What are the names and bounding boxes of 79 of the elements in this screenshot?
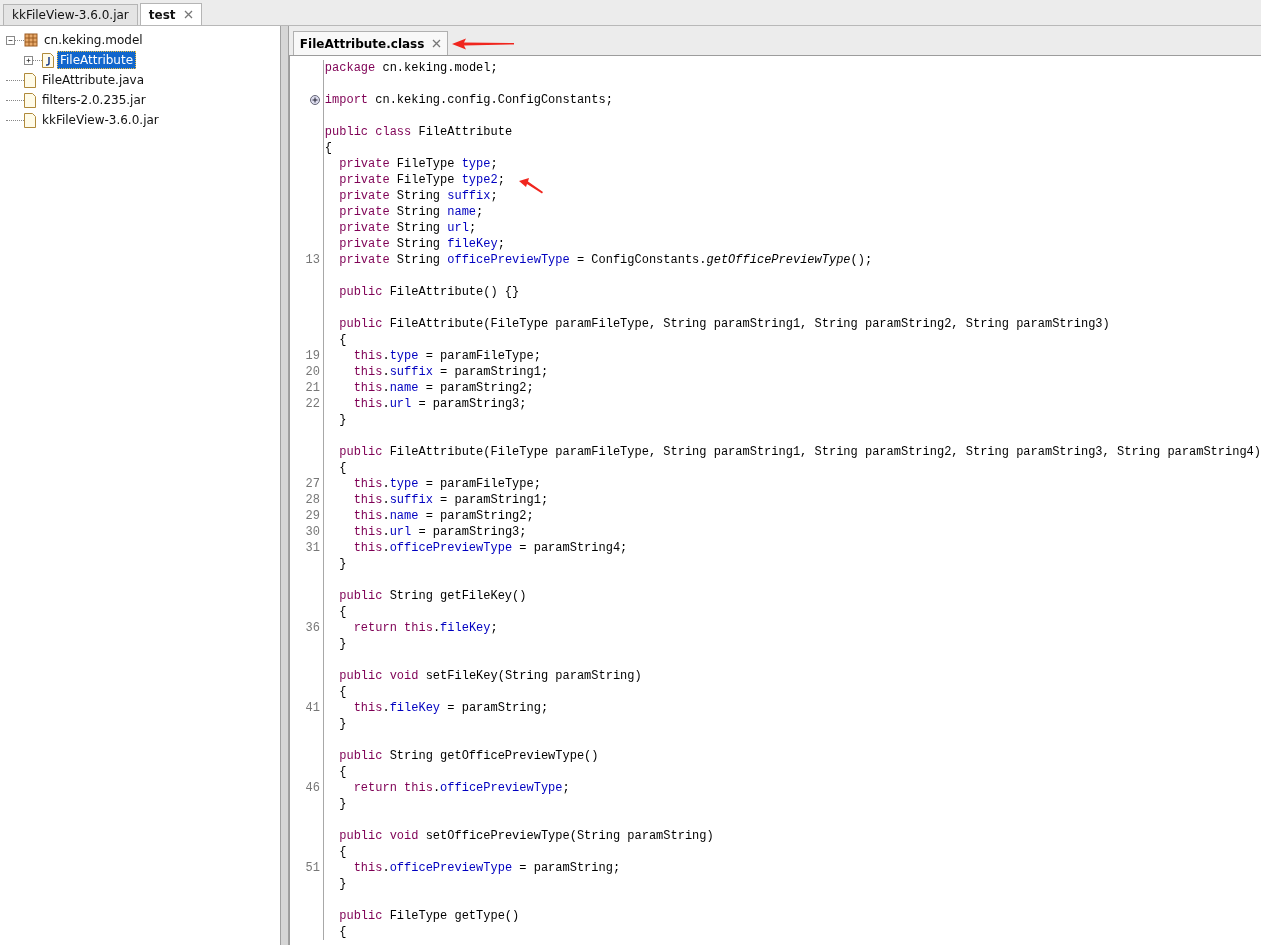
code-line: this.name = paramString2; <box>352 380 534 396</box>
close-icon[interactable] <box>432 39 442 48</box>
code-line: } <box>338 556 347 572</box>
line-number: 31 <box>305 541 320 555</box>
tree-item[interactable]: FileAttribute <box>57 51 137 69</box>
line-number: 30 <box>305 525 320 539</box>
code-line: this.url = paramString3; <box>352 396 527 412</box>
code-line: return this.officePreviewType; <box>352 780 570 796</box>
code-line: { <box>338 924 347 940</box>
tab[interactable]: FileAttribute.class <box>292 31 449 55</box>
tab[interactable]: test <box>139 3 202 25</box>
package-icon <box>24 33 38 47</box>
close-icon[interactable] <box>183 10 193 19</box>
code-line: private FileType type2; <box>338 172 505 188</box>
code-line: } <box>338 876 347 892</box>
code-line: this.suffix = paramString1; <box>352 492 549 508</box>
line-number: 19 <box>305 349 320 363</box>
line-number: 13 <box>305 253 320 267</box>
code-line: { <box>338 844 347 860</box>
tab[interactable]: kkFileView-3.6.0.jar <box>3 4 138 25</box>
code-line: { <box>338 684 347 700</box>
code-line: public class FileAttribute <box>323 124 513 140</box>
line-number: 20 <box>305 365 320 379</box>
code-line: public String getFileKey() <box>338 588 527 604</box>
line-number: 41 <box>305 701 320 715</box>
code-line: this.url = paramString3; <box>352 524 527 540</box>
file-icon <box>24 92 36 108</box>
line-number: 46 <box>305 781 320 795</box>
tree-item[interactable]: kkFileView-3.6.0.jar <box>39 111 162 129</box>
code-line: private FileType type; <box>338 156 498 172</box>
code-line: this.suffix = paramString1; <box>352 364 549 380</box>
code-line: { <box>338 460 347 476</box>
code-line: } <box>338 412 347 428</box>
code-line: import cn.keking.config.ConfigConstants; <box>323 92 613 108</box>
code-line: { <box>338 332 347 348</box>
code-line: public void setFileKey(String paramString) <box>338 668 642 684</box>
code-line: private String url; <box>338 220 477 236</box>
code-line: { <box>323 140 333 156</box>
annotation-arrow <box>519 178 543 194</box>
code-line: this.type = paramFileType; <box>352 348 541 364</box>
code-line: private String name; <box>338 204 484 220</box>
tree-item[interactable]: filters-2.0.235.jar <box>39 91 149 109</box>
code-line: } <box>338 716 347 732</box>
line-number: 27 <box>305 477 320 491</box>
line-number: 29 <box>305 509 320 523</box>
code-line: package cn.keking.model; <box>323 60 498 76</box>
code-line: this.officePreviewType = paramString; <box>352 860 621 876</box>
file-icon <box>24 72 36 88</box>
code-line: { <box>338 764 347 780</box>
code-line: this.officePreviewType = paramString4; <box>352 540 628 556</box>
expand-icon[interactable] <box>24 55 33 65</box>
code-line: public FileAttribute() {} <box>338 284 520 300</box>
code-line: } <box>338 796 347 812</box>
code-line: { <box>338 604 347 620</box>
line-number: 36 <box>305 621 320 635</box>
line-number: 21 <box>305 381 320 395</box>
code-line: private String suffix; <box>338 188 498 204</box>
code-line: } <box>338 636 347 652</box>
java-file-icon <box>42 52 54 68</box>
code-line: public String getOfficePreviewType() <box>338 748 599 764</box>
code-line: this.type = paramFileType; <box>352 476 541 492</box>
annotation-arrow <box>452 38 514 50</box>
code-line: public void setOfficePreviewType(String paramString) <box>338 828 714 844</box>
code-line: this.fileKey = paramString; <box>352 700 549 716</box>
code-line: private String fileKey; <box>338 236 505 252</box>
file-icon <box>24 112 36 128</box>
tree-item[interactable]: FileAttribute.java <box>39 71 148 89</box>
code-line: this.name = paramString2; <box>352 508 534 524</box>
collapse-icon[interactable] <box>6 35 15 45</box>
code-line: return this.fileKey; <box>352 620 498 636</box>
expand-icon[interactable] <box>309 95 320 105</box>
line-number: 28 <box>305 493 320 507</box>
line-number: 51 <box>305 861 320 875</box>
code-line: public FileType getType() <box>338 908 520 924</box>
code-line: public FileAttribute(FileType paramFileType, String paramString1, String paramString2, String paramString3, String paramString4) <box>338 444 1261 460</box>
line-number: 22 <box>305 397 320 411</box>
code-line: private String officePreviewType = ConfigConstants.getOfficePreviewType(); <box>338 252 873 268</box>
code-line: public FileAttribute(FileType paramFileType, String paramString1, String paramString2, String paramString3) <box>338 316 1110 332</box>
tree-item[interactable]: cn.keking.model <box>41 31 146 49</box>
